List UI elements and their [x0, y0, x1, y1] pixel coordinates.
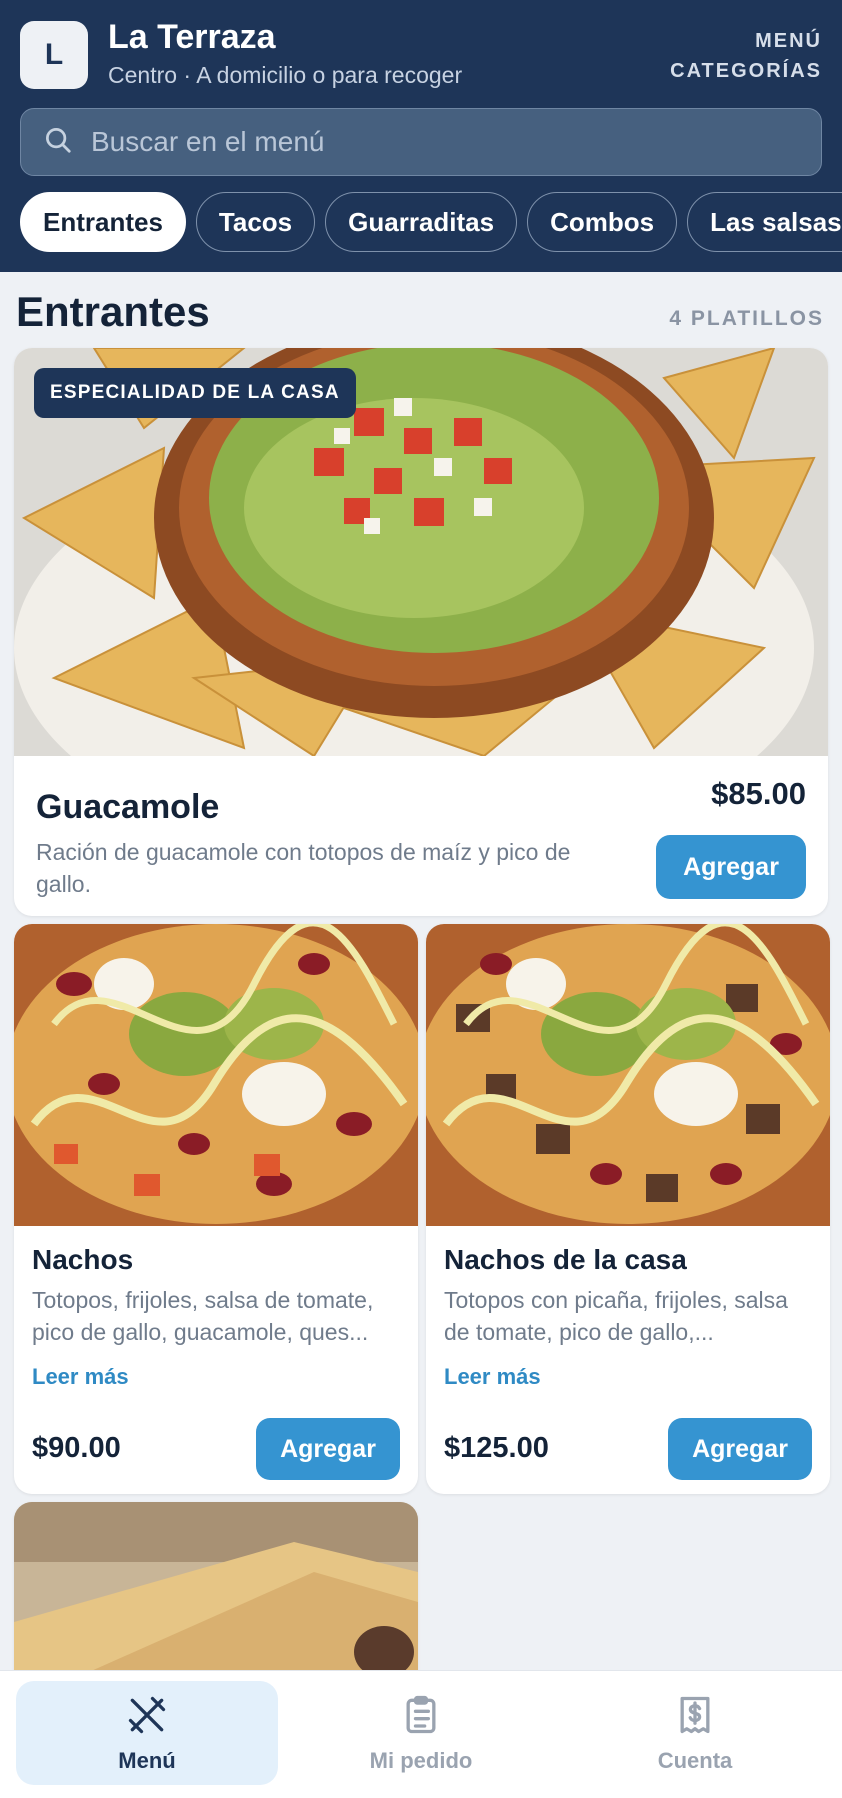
- nav-menu[interactable]: Menú: [16, 1681, 278, 1785]
- section-title: Entrantes: [16, 288, 210, 335]
- nav-menu-label: Menú: [118, 1747, 176, 1773]
- item-description: Totopos, frijoles, salsa de tomate, pico…: [32, 1287, 374, 1345]
- item-name: Nachos de la casa: [444, 1244, 687, 1275]
- house-special-badge: ESPECIALIDAD DE LA CASA: [34, 368, 356, 418]
- add-to-order-button[interactable]: Agregar: [668, 1418, 812, 1480]
- item-description: Ración de guacamole con totopos de maíz …: [36, 839, 571, 897]
- section-count: 4 PLATILLOS: [669, 307, 824, 330]
- tab-tacos[interactable]: Tacos: [195, 192, 316, 252]
- tab-entrantes[interactable]: Entrantes: [20, 192, 186, 252]
- menu-categories-link[interactable]: MENÚ CATEGORÍAS: [622, 26, 822, 86]
- restaurant-name: La Terraza: [108, 18, 276, 56]
- quesadilla-image: [14, 1502, 418, 1692]
- nav-account-label: Cuenta: [657, 1747, 733, 1773]
- item-price: $90.00: [32, 1432, 121, 1464]
- nav-account[interactable]: Cuenta: [564, 1681, 826, 1785]
- menu-item-card-nachos[interactable]: Nachos Totopos, frijoles, salsa de tomat…: [14, 924, 418, 1494]
- clipboard-icon: [399, 1693, 443, 1742]
- search-icon: [43, 125, 73, 160]
- menu-item-card-nachos-de-la-casa[interactable]: Nachos de la casa Totopos con picaña, fr…: [426, 924, 830, 1494]
- read-more-link[interactable]: Leer más: [32, 1364, 129, 1390]
- search-placeholder: Buscar en el menú: [91, 126, 325, 157]
- receipt-dollar-icon: [673, 1693, 717, 1742]
- nachos-de-la-casa-image: [426, 924, 830, 1226]
- nav-my-order[interactable]: Mi pedido: [290, 1681, 552, 1785]
- tab-las-salsas[interactable]: Las salsas A: [687, 192, 842, 252]
- tab-guarraditas[interactable]: Guarraditas: [325, 192, 518, 252]
- tab-combos[interactable]: Combos: [527, 192, 678, 252]
- menu-link-line1: MENÚ: [755, 30, 822, 52]
- nav-my-order-label: Mi pedido: [369, 1747, 473, 1773]
- add-to-order-button[interactable]: Agregar: [256, 1418, 400, 1480]
- nachos-image: [14, 924, 418, 1226]
- menu-item-card-quesadilla[interactable]: [14, 1502, 418, 1692]
- item-price: $125.00: [444, 1432, 549, 1464]
- item-description: Totopos con picaña, frijoles, salsa de t…: [444, 1287, 788, 1345]
- category-tabs: Entrantes Tacos Guarraditas Combos Las s…: [20, 192, 842, 252]
- item-price: $85.00: [711, 776, 806, 811]
- search-input[interactable]: Buscar en el menú: [20, 108, 822, 176]
- item-name: Nachos: [32, 1244, 134, 1275]
- utensils-icon: [125, 1693, 169, 1742]
- app-header: L La Terraza Centro · A domicilio o para…: [0, 0, 842, 272]
- bottom-navigation: Menú Mi pedido Cuenta: [0, 1670, 842, 1798]
- restaurant-subtitle: Centro · A domicilio o para recoger: [108, 62, 463, 88]
- read-more-link[interactable]: Leer más: [444, 1364, 541, 1390]
- menu-link-line2: CATEGORÍAS: [670, 60, 822, 82]
- add-to-order-button[interactable]: Agregar: [656, 835, 806, 899]
- featured-item-card[interactable]: ESPECIALIDAD DE LA CASA Guacamole Ración…: [14, 348, 828, 916]
- item-name: Guacamole: [36, 788, 220, 826]
- restaurant-logo: L: [20, 21, 88, 89]
